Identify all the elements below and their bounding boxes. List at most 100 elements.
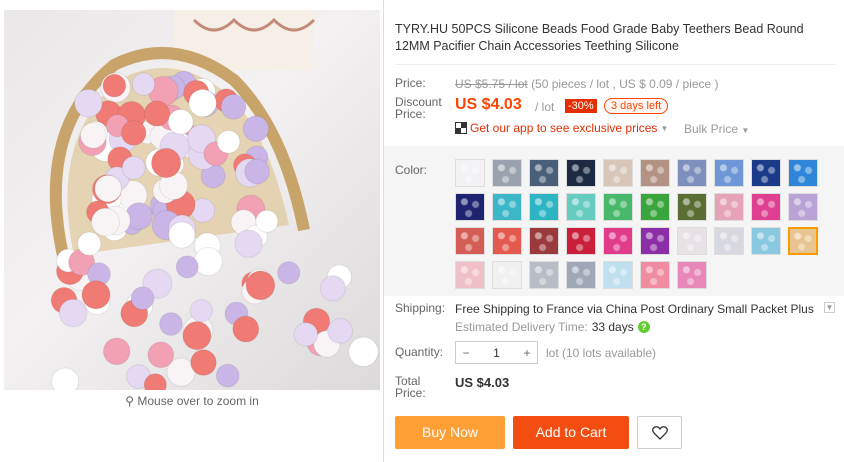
bead	[167, 108, 194, 135]
bead	[81, 280, 111, 310]
color-swatch[interactable]	[751, 227, 781, 255]
bead	[51, 367, 80, 390]
bulk-price-link[interactable]: Bulk Price ▼	[684, 122, 749, 136]
bead	[175, 255, 199, 279]
color-swatch[interactable]	[529, 193, 559, 221]
color-swatch[interactable]	[714, 193, 744, 221]
days-left-badge: 3 days left	[604, 98, 669, 114]
product-photo	[49, 10, 379, 390]
color-swatch[interactable]	[751, 193, 781, 221]
color-swatch[interactable]	[640, 193, 670, 221]
estimated-delivery-value: 33 days	[591, 320, 634, 334]
color-swatch[interactable]	[751, 159, 781, 187]
color-swatch[interactable]	[529, 261, 559, 289]
discount-price: US $4.03	[455, 96, 522, 113]
color-swatch[interactable]	[714, 227, 744, 255]
color-swatch[interactable]	[492, 159, 522, 187]
color-swatch[interactable]	[640, 227, 670, 255]
bead	[121, 155, 146, 180]
bead	[348, 336, 379, 368]
color-swatch[interactable]	[603, 159, 633, 187]
bead	[120, 120, 147, 146]
total-price-label: Total Price:	[395, 375, 426, 399]
qr-code-icon	[455, 122, 467, 134]
color-swatch[interactable]	[603, 193, 633, 221]
color-swatch[interactable]	[677, 159, 707, 187]
bead	[74, 88, 103, 118]
app-promo-link[interactable]: Get our app to see exclusive prices ▼	[455, 121, 668, 135]
buy-now-button[interactable]: Buy Now	[395, 416, 505, 449]
bead	[130, 286, 155, 311]
color-swatch[interactable]	[788, 159, 818, 187]
color-swatch[interactable]	[603, 261, 633, 289]
color-swatch[interactable]	[677, 261, 707, 289]
wishlist-button[interactable]	[637, 416, 682, 449]
search-icon: ⚲	[125, 394, 135, 408]
quantity-decrease-button[interactable]: −	[456, 346, 476, 360]
bead	[131, 72, 156, 96]
color-swatch[interactable]	[714, 159, 744, 187]
color-swatch[interactable]	[788, 227, 818, 255]
chevron-down-icon[interactable]: ▼	[824, 302, 835, 313]
help-icon[interactable]: ?	[637, 321, 650, 333]
bead	[189, 299, 213, 323]
bead	[255, 209, 279, 233]
color-swatch[interactable]	[492, 227, 522, 255]
quantity-increase-button[interactable]: +	[517, 346, 537, 360]
total-label-line2: Price:	[395, 386, 426, 400]
color-swatch[interactable]	[455, 159, 485, 187]
original-price: US $5.75 / lot (50 pieces / lot , US $ 0…	[455, 77, 719, 91]
color-swatch[interactable]	[677, 227, 707, 255]
bead	[102, 73, 127, 98]
discount-price-label: Discount Price:	[395, 96, 442, 120]
bead	[215, 363, 240, 388]
bulk-price-text: Bulk Price	[684, 122, 739, 136]
bead	[182, 321, 212, 351]
discount-label-line2: Price:	[395, 107, 426, 121]
color-swatch[interactable]	[603, 227, 633, 255]
color-swatch[interactable]	[566, 227, 596, 255]
bead	[319, 275, 346, 302]
estimated-delivery: Estimated Delivery Time: 33 days ?	[455, 320, 650, 334]
zoom-hint-text: Mouse over to zoom in	[137, 394, 259, 408]
product-title: TYRY.HU 50PCS Silicone Beads Food Grade …	[395, 22, 804, 53]
color-swatch[interactable]	[640, 159, 670, 187]
original-price-note: (50 pieces / lot , US $ 0.09 / piece )	[531, 77, 719, 91]
bead	[90, 207, 120, 237]
bead	[242, 115, 270, 142]
color-swatch[interactable]	[566, 193, 596, 221]
bead	[151, 147, 182, 179]
bead	[234, 229, 263, 258]
shipping-text[interactable]: Free Shipping to France via China Post O…	[455, 302, 814, 316]
caret-down-icon: ▼	[741, 126, 750, 135]
total-price: US $4.03	[455, 375, 510, 390]
heart-icon	[651, 426, 668, 440]
quantity-input[interactable]: 1	[476, 346, 517, 360]
color-swatch[interactable]	[492, 193, 522, 221]
price-label: Price:	[395, 76, 426, 90]
bead	[159, 312, 183, 336]
color-swatch[interactable]	[455, 193, 485, 221]
bead	[58, 298, 88, 328]
color-swatch[interactable]	[455, 227, 485, 255]
color-swatch[interactable]	[492, 261, 522, 289]
bead	[245, 270, 276, 301]
estimated-delivery-label: Estimated Delivery Time:	[455, 320, 588, 334]
color-swatch[interactable]	[455, 261, 485, 289]
add-to-cart-button[interactable]: Add to Cart	[513, 416, 629, 449]
product-image[interactable]	[4, 10, 380, 390]
bead	[102, 337, 131, 366]
color-swatch[interactable]	[788, 193, 818, 221]
color-swatch[interactable]	[529, 227, 559, 255]
color-swatch[interactable]	[640, 261, 670, 289]
quantity-label: Quantity:	[395, 345, 444, 359]
color-swatch[interactable]	[566, 159, 596, 187]
bead	[277, 261, 301, 285]
original-price-value: US $5.75 / lot	[455, 77, 528, 91]
color-swatch[interactable]	[529, 159, 559, 187]
availability-text: lot (10 lots available)	[546, 346, 657, 360]
app-promo-text: Get our app to see exclusive prices	[470, 121, 658, 135]
bead	[216, 129, 241, 154]
color-swatch[interactable]	[677, 193, 707, 221]
color-swatch[interactable]	[566, 261, 596, 289]
